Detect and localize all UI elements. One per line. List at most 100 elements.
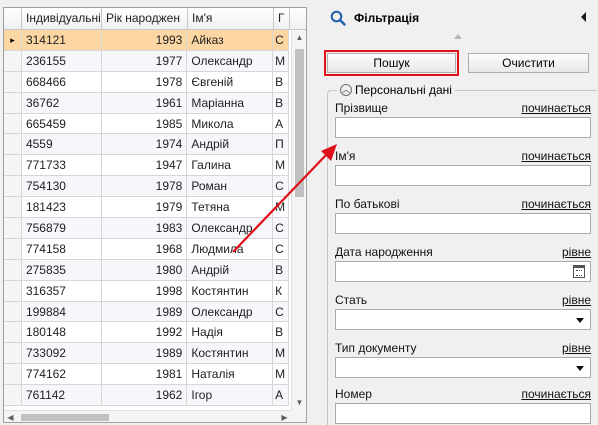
cell-first-name[interactable]: Микола xyxy=(187,113,274,134)
calendar-icon[interactable] xyxy=(573,265,585,278)
row-indicator[interactable] xyxy=(4,71,22,92)
cell-id[interactable]: 236155 xyxy=(22,50,102,71)
table-row[interactable]: 754130 1978 Роман С xyxy=(4,176,290,198)
panel-splitter-grip-icon[interactable] xyxy=(454,34,462,39)
birth-date-operator-link[interactable]: рівне xyxy=(562,245,591,259)
dropdown-arrow-icon[interactable] xyxy=(576,366,584,371)
row-indicator[interactable] xyxy=(4,50,22,71)
row-indicator[interactable] xyxy=(4,280,22,301)
cell-extra[interactable]: С xyxy=(273,218,290,238)
cell-extra[interactable]: М xyxy=(273,197,290,218)
cell-extra[interactable]: М xyxy=(273,343,290,364)
cell-birth-year[interactable]: 1978 xyxy=(102,71,188,92)
gender-operator-link[interactable]: рівне xyxy=(562,293,591,307)
row-indicator[interactable] xyxy=(4,301,22,322)
dropdown-arrow-icon[interactable] xyxy=(576,318,584,323)
table-row[interactable]: 36762 1961 Маріанна В xyxy=(4,92,290,114)
column-header-first-name[interactable]: Ім'я xyxy=(188,8,274,30)
cell-first-name[interactable]: Айказ xyxy=(187,30,274,50)
cell-birth-year[interactable]: 1989 xyxy=(102,301,188,322)
row-indicator[interactable] xyxy=(4,218,22,238)
cell-first-name[interactable]: Ігор xyxy=(187,385,274,406)
table-row[interactable]: 316357 1998 Костянтин К xyxy=(4,280,290,302)
table-row[interactable]: ▸ 314121 1993 Айказ С xyxy=(4,30,290,51)
surname-operator-link[interactable]: починається xyxy=(521,101,591,115)
cell-first-name[interactable]: Надія xyxy=(187,322,274,343)
row-indicator[interactable] xyxy=(4,155,22,176)
vertical-scroll-thumb[interactable] xyxy=(295,49,304,197)
cell-birth-year[interactable]: 1968 xyxy=(102,238,188,259)
cell-first-name[interactable]: Костянтин xyxy=(187,343,274,364)
table-row[interactable]: 774162 1981 Наталія М xyxy=(4,364,290,386)
cell-birth-year[interactable]: 1985 xyxy=(102,113,188,134)
document-type-field[interactable] xyxy=(335,357,591,378)
cell-birth-year[interactable]: 1979 xyxy=(102,197,188,218)
column-header-extra[interactable]: Г xyxy=(274,8,290,30)
cell-extra[interactable]: С xyxy=(273,238,290,259)
horizontal-scrollbar[interactable]: ◀ ▶ xyxy=(4,410,291,422)
row-indicator[interactable] xyxy=(4,364,22,385)
scroll-down-icon[interactable]: ▼ xyxy=(292,395,306,410)
cell-id[interactable]: 180148 xyxy=(22,322,102,343)
cell-first-name[interactable]: Наталія xyxy=(187,364,274,385)
cell-first-name[interactable]: Тетяна xyxy=(187,197,274,218)
document-type-operator-link[interactable]: рівне xyxy=(562,341,591,355)
cell-id[interactable]: 181423 xyxy=(22,197,102,218)
cell-first-name[interactable]: Маріанна xyxy=(187,92,274,113)
table-row[interactable]: 733092 1989 Костянтин М xyxy=(4,343,290,365)
first-name-operator-link[interactable]: починається xyxy=(521,149,591,163)
search-button[interactable]: Пошук xyxy=(324,50,459,76)
table-row[interactable]: 774158 1968 Людмила С xyxy=(4,238,290,260)
cell-birth-year[interactable]: 1947 xyxy=(102,155,188,176)
cell-extra[interactable]: А xyxy=(273,385,290,406)
row-indicator[interactable] xyxy=(4,134,22,155)
cell-birth-year[interactable]: 1962 xyxy=(102,385,188,406)
table-row[interactable]: 4559 1974 Андрій П xyxy=(4,134,290,156)
table-row[interactable]: 668466 1978 Євгеній В xyxy=(4,71,290,93)
cell-birth-year[interactable]: 1983 xyxy=(102,218,188,238)
cell-birth-year[interactable]: 1978 xyxy=(102,176,188,197)
cell-id[interactable]: 316357 xyxy=(22,280,102,301)
cell-birth-year[interactable]: 1980 xyxy=(102,259,188,280)
cell-extra[interactable]: М xyxy=(273,155,290,176)
cell-birth-year[interactable]: 1992 xyxy=(102,322,188,343)
first-name-field[interactable] xyxy=(335,165,591,186)
cell-first-name[interactable]: Олександр xyxy=(187,218,274,238)
cell-birth-year[interactable]: 1981 xyxy=(102,364,188,385)
scroll-right-icon[interactable]: ▶ xyxy=(278,411,291,422)
patronymic-field[interactable] xyxy=(335,213,591,234)
surname-field[interactable] xyxy=(335,117,591,138)
table-row[interactable]: 275835 1980 Андрій В xyxy=(4,259,290,281)
cell-first-name[interactable]: Людмила xyxy=(187,238,274,259)
column-header-id[interactable]: Індивідуальні xyxy=(22,8,102,30)
row-indicator[interactable]: ▸ xyxy=(4,30,22,50)
gender-field[interactable] xyxy=(335,309,591,330)
cell-id[interactable]: 754130 xyxy=(22,176,102,197)
cell-id[interactable]: 199884 xyxy=(22,301,102,322)
cell-id[interactable]: 275835 xyxy=(22,259,102,280)
cell-first-name[interactable]: Костянтин xyxy=(187,280,274,301)
cell-extra[interactable]: С xyxy=(273,301,290,322)
table-row[interactable]: 181423 1979 Тетяна М xyxy=(4,197,290,219)
cell-extra[interactable]: П xyxy=(273,134,290,155)
table-row[interactable]: 771733 1947 Галина М xyxy=(4,155,290,177)
personal-data-group-header[interactable]: ︿ Персональні дані xyxy=(337,83,455,97)
cell-extra[interactable]: В xyxy=(273,259,290,280)
cell-id[interactable]: 665459 xyxy=(22,113,102,134)
table-row[interactable]: 756879 1983 Олександр С xyxy=(4,218,290,239)
cell-first-name[interactable]: Роман xyxy=(187,176,274,197)
cell-birth-year[interactable]: 1998 xyxy=(102,280,188,301)
row-indicator[interactable] xyxy=(4,343,22,364)
collapse-group-icon[interactable]: ︿ xyxy=(340,84,352,96)
horizontal-scroll-thumb[interactable] xyxy=(21,414,109,421)
cell-id[interactable]: 771733 xyxy=(22,155,102,176)
row-indicator[interactable] xyxy=(4,259,22,280)
cell-extra[interactable]: В xyxy=(273,71,290,92)
cell-extra[interactable]: М xyxy=(273,50,290,71)
scroll-up-icon[interactable]: ▲ xyxy=(292,30,306,45)
cell-extra[interactable]: С xyxy=(273,30,290,50)
cell-birth-year[interactable]: 1961 xyxy=(102,92,188,113)
cell-id[interactable]: 774158 xyxy=(22,238,102,259)
table-row[interactable]: 665459 1985 Микола А xyxy=(4,113,290,135)
table-row[interactable]: 236155 1977 Олександр М xyxy=(4,50,290,72)
